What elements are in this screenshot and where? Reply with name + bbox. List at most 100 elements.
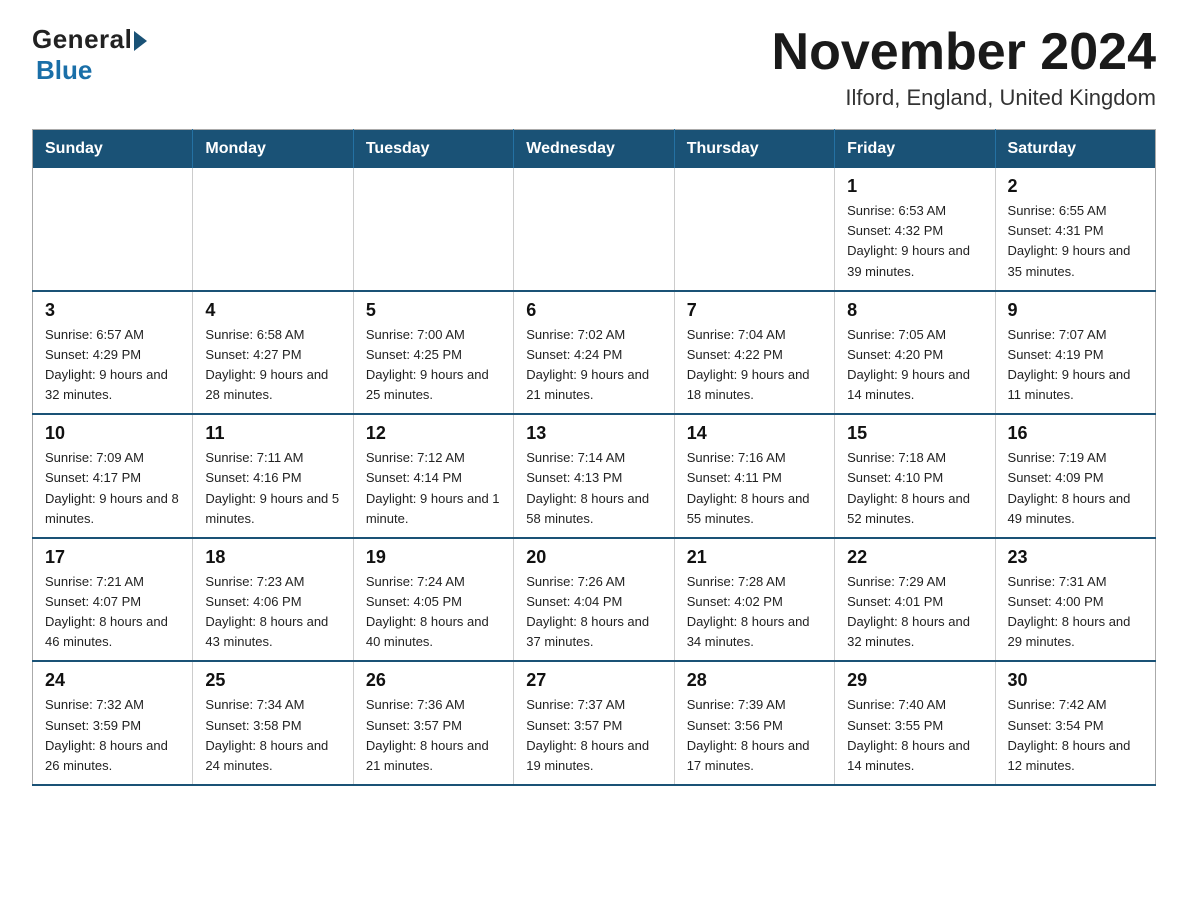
day-number: 21 [687, 547, 822, 568]
calendar-cell [33, 168, 193, 291]
weekday-header-friday: Friday [835, 130, 995, 169]
calendar-week-row: 1Sunrise: 6:53 AM Sunset: 4:32 PM Daylig… [33, 168, 1156, 291]
day-info: Sunrise: 7:05 AM Sunset: 4:20 PM Dayligh… [847, 325, 982, 406]
calendar-cell: 25 Sunrise: 7:34 AM Sunset: 3:58 PM Dayli… [193, 661, 353, 785]
day-number: 6 [526, 300, 661, 321]
calendar-cell: 19 Sunrise: 7:24 AM Sunset: 4:05 PM Dayli… [353, 538, 513, 662]
day-info: Sunrise: 7:19 AM Sunset: 4:09 PM Dayligh… [1008, 448, 1143, 529]
calendar-cell: 28Sunrise: 7:39 AM Sunset: 3:56 PM Dayli… [674, 661, 834, 785]
day-info: Sunrise: 7:16 AM Sunset: 4:11 PM Dayligh… [687, 448, 822, 529]
calendar-cell: 21 Sunrise: 7:28 AM Sunset: 4:02 PM Dayli… [674, 538, 834, 662]
day-number: 27 [526, 670, 661, 691]
logo: General Blue [32, 24, 147, 86]
title-block: November 2024 Ilford, England, United Ki… [772, 24, 1156, 111]
day-info: Sunrise: 7:14 AM Sunset: 4:13 PM Dayligh… [526, 448, 661, 529]
calendar-cell [193, 168, 353, 291]
day-info: Sunrise: 7:04 AM Sunset: 4:22 PM Dayligh… [687, 325, 822, 406]
calendar-cell: 23 Sunrise: 7:31 AM Sunset: 4:00 PM Dayli… [995, 538, 1155, 662]
day-info: Sunrise: 7:02 AM Sunset: 4:24 PM Dayligh… [526, 325, 661, 406]
day-number: 11 [205, 423, 340, 444]
day-number: 5 [366, 300, 501, 321]
day-info: Sunrise: 7:36 AM Sunset: 3:57 PM Dayligh… [366, 695, 501, 776]
day-number: 19 [366, 547, 501, 568]
day-info: Sunrise: 7:00 AM Sunset: 4:25 PM Dayligh… [366, 325, 501, 406]
day-number: 9 [1008, 300, 1143, 321]
day-info: Sunrise: 7:23 AM Sunset: 4:06 PM Dayligh… [205, 572, 340, 653]
day-info: Sunrise: 7:11 AM Sunset: 4:16 PM Dayligh… [205, 448, 340, 529]
day-info: Sunrise: 7:18 AM Sunset: 4:10 PM Dayligh… [847, 448, 982, 529]
calendar-cell: 1Sunrise: 6:53 AM Sunset: 4:32 PM Daylig… [835, 168, 995, 291]
calendar-cell: 18 Sunrise: 7:23 AM Sunset: 4:06 PM Dayli… [193, 538, 353, 662]
calendar-cell: 17Sunrise: 7:21 AM Sunset: 4:07 PM Dayli… [33, 538, 193, 662]
day-info: Sunrise: 7:09 AM Sunset: 4:17 PM Dayligh… [45, 448, 180, 529]
calendar-cell: 14 Sunrise: 7:16 AM Sunset: 4:11 PM Dayli… [674, 414, 834, 538]
day-number: 16 [1008, 423, 1143, 444]
calendar-week-row: 24 Sunrise: 7:32 AM Sunset: 3:59 PM Dayli… [33, 661, 1156, 785]
logo-blue-text: Blue [36, 55, 92, 86]
day-number: 23 [1008, 547, 1143, 568]
day-number: 12 [366, 423, 501, 444]
calendar-week-row: 17Sunrise: 7:21 AM Sunset: 4:07 PM Dayli… [33, 538, 1156, 662]
calendar-cell: 12 Sunrise: 7:12 AM Sunset: 4:14 PM Dayli… [353, 414, 513, 538]
day-number: 18 [205, 547, 340, 568]
day-info: Sunrise: 7:26 AM Sunset: 4:04 PM Dayligh… [526, 572, 661, 653]
day-info: Sunrise: 7:24 AM Sunset: 4:05 PM Dayligh… [366, 572, 501, 653]
day-info: Sunrise: 7:29 AM Sunset: 4:01 PM Dayligh… [847, 572, 982, 653]
day-info: Sunrise: 7:31 AM Sunset: 4:00 PM Dayligh… [1008, 572, 1143, 653]
day-number: 4 [205, 300, 340, 321]
logo-arrow-icon [134, 31, 147, 51]
calendar-cell: 20Sunrise: 7:26 AM Sunset: 4:04 PM Dayli… [514, 538, 674, 662]
day-info: Sunrise: 7:32 AM Sunset: 3:59 PM Dayligh… [45, 695, 180, 776]
day-info: Sunrise: 7:39 AM Sunset: 3:56 PM Dayligh… [687, 695, 822, 776]
calendar-cell: 24 Sunrise: 7:32 AM Sunset: 3:59 PM Dayli… [33, 661, 193, 785]
day-number: 25 [205, 670, 340, 691]
day-number: 22 [847, 547, 982, 568]
day-info: Sunrise: 7:34 AM Sunset: 3:58 PM Dayligh… [205, 695, 340, 776]
weekday-header-saturday: Saturday [995, 130, 1155, 169]
calendar-cell: 16 Sunrise: 7:19 AM Sunset: 4:09 PM Dayli… [995, 414, 1155, 538]
weekday-header-tuesday: Tuesday [353, 130, 513, 169]
day-info: Sunrise: 6:58 AM Sunset: 4:27 PM Dayligh… [205, 325, 340, 406]
calendar-cell: 15Sunrise: 7:18 AM Sunset: 4:10 PM Dayli… [835, 414, 995, 538]
day-number: 3 [45, 300, 180, 321]
calendar-cell: 5 Sunrise: 7:00 AM Sunset: 4:25 PM Daylig… [353, 291, 513, 415]
day-info: Sunrise: 6:55 AM Sunset: 4:31 PM Dayligh… [1008, 201, 1143, 282]
day-info: Sunrise: 7:28 AM Sunset: 4:02 PM Dayligh… [687, 572, 822, 653]
day-info: Sunrise: 7:12 AM Sunset: 4:14 PM Dayligh… [366, 448, 501, 529]
calendar-cell: 11 Sunrise: 7:11 AM Sunset: 4:16 PM Dayli… [193, 414, 353, 538]
calendar-cell [353, 168, 513, 291]
calendar-cell: 27 Sunrise: 7:37 AM Sunset: 3:57 PM Dayli… [514, 661, 674, 785]
day-number: 7 [687, 300, 822, 321]
calendar-cell: 29Sunrise: 7:40 AM Sunset: 3:55 PM Dayli… [835, 661, 995, 785]
logo-general-text: General [32, 24, 132, 55]
day-number: 2 [1008, 176, 1143, 197]
day-info: Sunrise: 7:40 AM Sunset: 3:55 PM Dayligh… [847, 695, 982, 776]
calendar-cell: 6 Sunrise: 7:02 AM Sunset: 4:24 PM Daylig… [514, 291, 674, 415]
calendar-cell [514, 168, 674, 291]
weekday-header-row: SundayMondayTuesdayWednesdayThursdayFrid… [33, 130, 1156, 169]
weekday-header-thursday: Thursday [674, 130, 834, 169]
calendar-cell: 7 Sunrise: 7:04 AM Sunset: 4:22 PM Daylig… [674, 291, 834, 415]
weekday-header-wednesday: Wednesday [514, 130, 674, 169]
day-number: 17 [45, 547, 180, 568]
day-info: Sunrise: 7:37 AM Sunset: 3:57 PM Dayligh… [526, 695, 661, 776]
day-info: Sunrise: 7:42 AM Sunset: 3:54 PM Dayligh… [1008, 695, 1143, 776]
day-number: 30 [1008, 670, 1143, 691]
day-info: Sunrise: 6:57 AM Sunset: 4:29 PM Dayligh… [45, 325, 180, 406]
day-number: 13 [526, 423, 661, 444]
weekday-header-sunday: Sunday [33, 130, 193, 169]
page-header: General Blue November 2024 Ilford, Engla… [32, 24, 1156, 111]
calendar-cell: 3 Sunrise: 6:57 AM Sunset: 4:29 PM Daylig… [33, 291, 193, 415]
calendar-cell: 10Sunrise: 7:09 AM Sunset: 4:17 PM Dayli… [33, 414, 193, 538]
calendar-cell: 13 Sunrise: 7:14 AM Sunset: 4:13 PM Dayli… [514, 414, 674, 538]
calendar-cell: 8 Sunrise: 7:05 AM Sunset: 4:20 PM Daylig… [835, 291, 995, 415]
day-number: 26 [366, 670, 501, 691]
calendar-cell: 4 Sunrise: 6:58 AM Sunset: 4:27 PM Daylig… [193, 291, 353, 415]
day-number: 14 [687, 423, 822, 444]
calendar-week-row: 10Sunrise: 7:09 AM Sunset: 4:17 PM Dayli… [33, 414, 1156, 538]
calendar-cell: 9Sunrise: 7:07 AM Sunset: 4:19 PM Daylig… [995, 291, 1155, 415]
day-number: 24 [45, 670, 180, 691]
calendar-title: November 2024 [772, 24, 1156, 81]
day-number: 8 [847, 300, 982, 321]
calendar-cell: 26 Sunrise: 7:36 AM Sunset: 3:57 PM Dayli… [353, 661, 513, 785]
